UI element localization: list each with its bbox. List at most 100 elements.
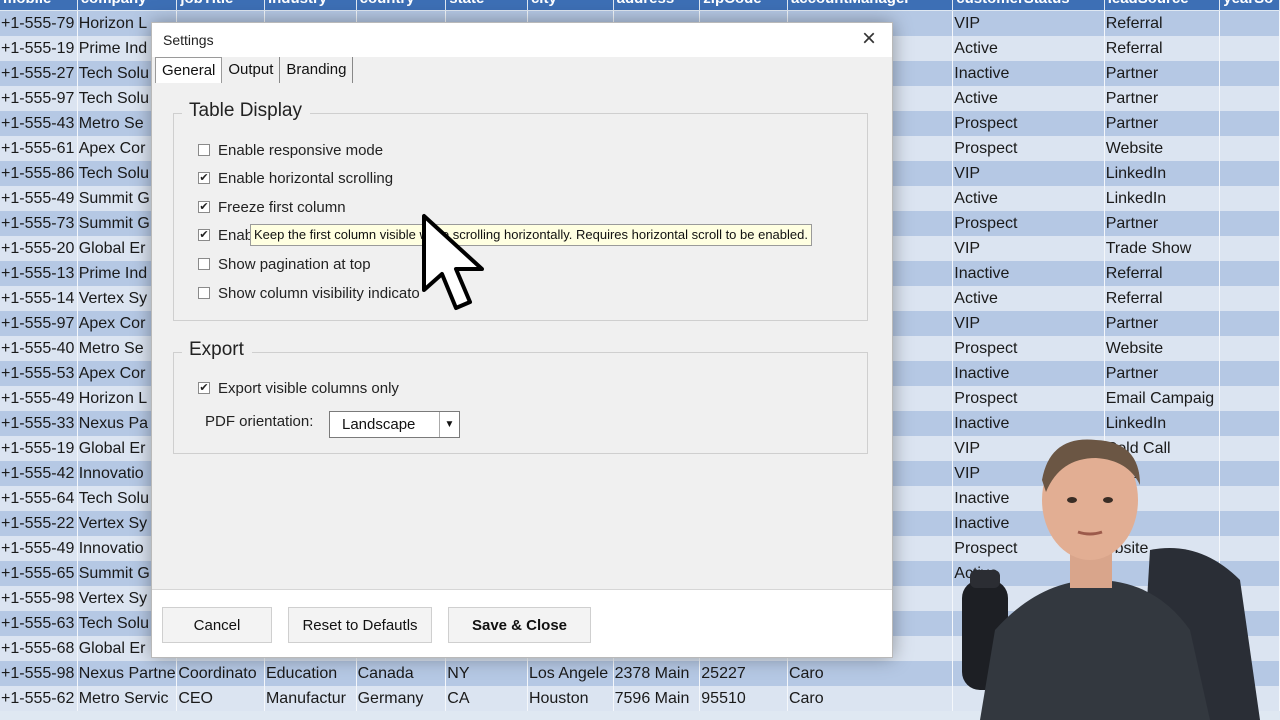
table-cell[interactable]: +1-555-19 [0,36,78,61]
table-cell[interactable]: Active [953,86,1105,111]
table-cell[interactable]: Prospect [953,136,1105,161]
table-cell[interactable]: Los Angele [528,661,614,686]
column-header[interactable]: address [614,0,701,10]
table-cell[interactable]: +1-555-19 [0,436,78,461]
freeze-first-column-checkbox[interactable]: ✔ [198,201,210,213]
table-cell[interactable]: Coordinato [177,661,265,686]
column-header[interactable]: yearSo [1220,0,1280,10]
reset-defaults-button[interactable]: Reset to Defautls [288,607,432,643]
table-cell[interactable]: 2378 Main [614,661,701,686]
table-cell[interactable]: +1-555-73 [0,211,78,236]
table-cell[interactable]: VIP [953,236,1105,261]
column-visibility-checkbox[interactable] [198,287,210,299]
table-cell[interactable] [1220,261,1280,286]
table-cell[interactable]: Education [265,661,357,686]
table-cell[interactable]: Metro Servic [78,686,178,711]
table-cell[interactable] [1220,336,1280,361]
table-cell[interactable]: CA [446,686,528,711]
table-cell[interactable]: +1-555-62 [0,686,78,711]
table-cell[interactable] [1220,361,1280,386]
table-cell[interactable]: Active [953,186,1105,211]
table-cell[interactable] [1220,386,1280,411]
table-cell[interactable]: Canada [357,661,447,686]
table-cell[interactable]: +1-555-22 [0,511,78,536]
table-cell[interactable]: +1-555-68 [0,636,78,661]
pagination-top-option[interactable]: Show pagination at top [198,254,371,274]
table-cell[interactable]: CEO [177,686,265,711]
table-cell[interactable]: +1-555-33 [0,411,78,436]
responsive-mode-checkbox[interactable] [198,144,210,156]
table-cell[interactable]: +1-555-42 [0,461,78,486]
table-cell[interactable]: 25227 [700,661,788,686]
table-cell[interactable]: +1-555-27 [0,61,78,86]
enable-option-checkbox[interactable]: ✔ [198,229,210,241]
table-cell[interactable]: +1-555-63 [0,611,78,636]
table-cell[interactable]: VIP [953,311,1105,336]
table-cell[interactable]: Active [953,36,1105,61]
table-cell[interactable]: +1-555-40 [0,336,78,361]
table-cell[interactable]: +1-555-53 [0,361,78,386]
table-cell[interactable]: LinkedIn [1105,161,1221,186]
table-cell[interactable]: Partner [1105,111,1221,136]
tab-general[interactable]: General [155,57,223,83]
save-close-button[interactable]: Save & Close [448,607,591,643]
table-cell[interactable] [1220,286,1280,311]
table-cell[interactable] [1220,86,1280,111]
horizontal-scrolling-option[interactable]: ✔ Enable horizontal scrolling [198,168,393,188]
table-cell[interactable]: +1-555-49 [0,186,78,211]
table-cell[interactable]: Inactive [953,361,1105,386]
tab-output[interactable]: Output [222,57,281,83]
cancel-button[interactable]: Cancel [162,607,272,643]
pdf-orientation-select[interactable]: Landscape ▼ [329,411,460,438]
table-cell[interactable]: Inactive [953,261,1105,286]
table-cell[interactable]: LinkedIn [1105,186,1221,211]
table-cell[interactable] [1220,136,1280,161]
table-cell[interactable] [1220,61,1280,86]
table-cell[interactable]: +1-555-65 [0,561,78,586]
table-cell[interactable]: VIP [953,161,1105,186]
column-header[interactable]: industry [265,0,357,10]
column-header[interactable]: jobTitle [177,0,265,10]
column-header[interactable]: city [528,0,614,10]
table-cell[interactable] [1220,11,1280,36]
table-cell[interactable]: +1-555-64 [0,486,78,511]
column-header[interactable]: mobile [0,0,78,10]
column-header[interactable]: state [446,0,528,10]
table-cell[interactable]: +1-555-20 [0,236,78,261]
table-cell[interactable]: NY [446,661,528,686]
table-cell[interactable] [1220,36,1280,61]
export-visible-option[interactable]: ✔ Export visible columns only [198,378,399,398]
column-visibility-option[interactable]: Show column visibility indicato [198,283,420,303]
column-header[interactable]: accountManager [788,0,954,10]
table-cell[interactable]: +1-555-49 [0,386,78,411]
tab-branding[interactable]: Branding [280,57,354,83]
column-header[interactable]: zipCode [700,0,788,10]
table-cell[interactable]: Partner [1105,61,1221,86]
table-cell[interactable]: Prospect [953,386,1105,411]
table-cell[interactable]: Germany [357,686,447,711]
table-cell[interactable] [1220,161,1280,186]
table-cell[interactable] [1220,211,1280,236]
table-cell[interactable]: Prospect [953,211,1105,236]
table-cell[interactable]: +1-555-97 [0,311,78,336]
table-cell[interactable]: Inactive [953,61,1105,86]
pagination-top-checkbox[interactable] [198,258,210,270]
table-cell[interactable]: Partner [1105,211,1221,236]
close-button[interactable]: × [854,27,884,53]
table-cell[interactable]: VIP [953,11,1105,36]
table-cell[interactable]: Trade Show [1105,236,1221,261]
table-cell[interactable]: Partner [1105,311,1221,336]
column-header[interactable]: leadSource [1105,0,1221,10]
table-cell[interactable]: +1-555-14 [0,286,78,311]
freeze-first-column-option[interactable]: ✔ Freeze first column [198,197,346,217]
enable-option[interactable]: ✔ Enab [198,225,253,245]
table-cell[interactable]: Partner [1105,86,1221,111]
table-cell[interactable]: Website [1105,336,1221,361]
table-cell[interactable]: Nexus Partne [78,661,178,686]
table-cell[interactable]: Prospect [953,336,1105,361]
table-cell[interactable] [1220,311,1280,336]
chevron-down-icon[interactable]: ▼ [439,412,459,437]
table-cell[interactable]: +1-555-49 [0,536,78,561]
horizontal-scrolling-checkbox[interactable]: ✔ [198,172,210,184]
table-cell[interactable]: Referral [1105,261,1221,286]
